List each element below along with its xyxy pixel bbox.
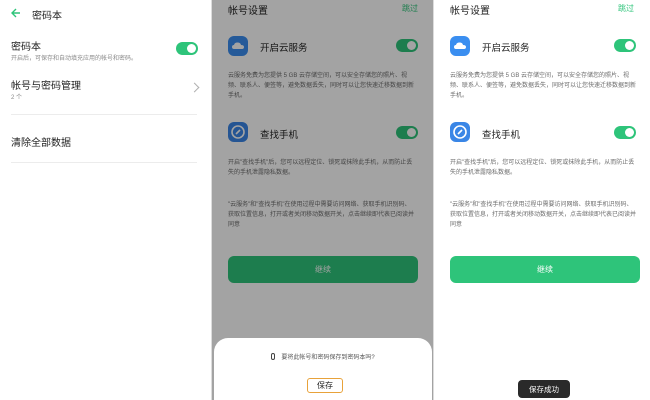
password-book-toggle[interactable]	[176, 42, 198, 55]
account-password-management[interactable]: 帐号与密码管理	[11, 77, 81, 92]
divider	[11, 114, 197, 115]
page-title: 帐号设置	[450, 6, 490, 17]
account-settings-with-dialog: 帐号设置 跳过 开启云服务 云服务免费为您提供 5 GB 云存储空间，可以安全存…	[212, 0, 434, 400]
account-settings-saved: 帐号设置 跳过 开启云服务 云服务免费为您提供 5 GB 云存储空间，可以安全存…	[434, 0, 650, 400]
save-password-sheet: 要将此帐号和密码保存到密码本吗? 保存	[214, 338, 432, 400]
find-phone-title: 查找手机	[482, 130, 521, 141]
account-count: 2 个	[11, 95, 23, 101]
cloud-icon	[450, 36, 470, 56]
clear-all-data[interactable]: 清除全部数据	[11, 134, 71, 149]
key-icon	[271, 353, 276, 360]
save-prompt: 要将此帐号和密码保存到密码本吗?	[281, 355, 375, 361]
save-button[interactable]: 保存	[307, 378, 343, 393]
cloud-service-toggle[interactable]	[614, 39, 636, 52]
password-book-label: 密码本	[11, 42, 41, 53]
chevron-right-icon	[189, 82, 200, 93]
divider	[11, 162, 197, 163]
back-arrow-icon[interactable]	[10, 7, 22, 19]
cloud-service-desc: 云服务免费为您提供 5 GB 云存储空间，可以安全存储您的照片、视频、联系人、便…	[450, 73, 637, 99]
find-phone-toggle[interactable]	[614, 126, 636, 139]
find-phone-icon	[450, 122, 470, 142]
continue-button[interactable]: 继续	[450, 256, 640, 283]
usage-notice: "云服务"和"查找手机"在使用过程中需要访问网络、获取手机识别码、获取位置信息，…	[450, 202, 637, 228]
password-book-desc: 开启后，可保存和自动填充应用的帐号和密码。	[11, 56, 138, 62]
password-book-screen: 密码本 密码本 开启后，可保存和自动填充应用的帐号和密码。 帐号与密码管理 2 …	[0, 0, 212, 400]
page-title: 密码本	[32, 11, 62, 22]
save-prompt-row: 要将此帐号和密码保存到密码本吗?	[214, 352, 432, 361]
save-success-toast: 保存成功	[518, 380, 570, 398]
find-phone-desc: 开启"查找手机"后，您可以远程定位、锁死或抹除此手机，从而防止丢失的手机泄露隐私…	[450, 160, 635, 176]
cloud-service-title: 开启云服务	[482, 43, 530, 54]
skip-link[interactable]: 跳过	[618, 3, 634, 14]
